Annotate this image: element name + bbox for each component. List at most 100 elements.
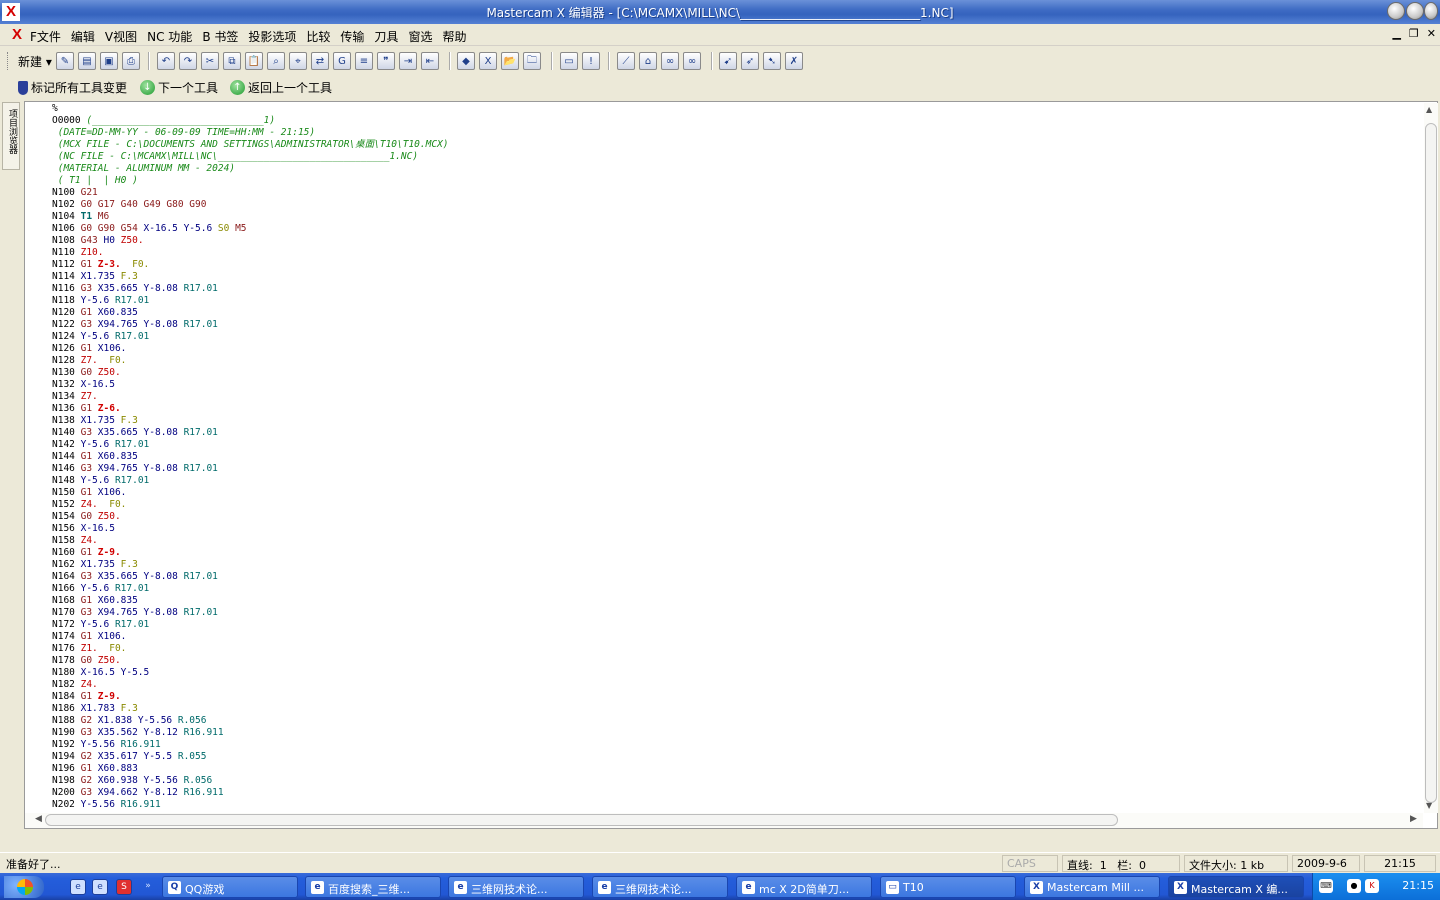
horizontal-scrollbar[interactable]: ◀ ▶ [25,813,1423,828]
project-browser-tab[interactable]: 项目浏览器 [2,102,20,170]
machine-icon[interactable]: ⌂ [639,52,657,70]
title-bar[interactable]: X Mastercam X 编辑器 - [C:\MCAMX\MILL\NC\__… [0,0,1440,24]
folder-edit-icon[interactable]: 🗀 [523,52,541,70]
code-line[interactable]: N102 G0 G17 G40 G49 G80 G90 [52,199,449,211]
code-line[interactable]: N170 G3 X94.765 Y-8.08 R17.01 [52,607,449,619]
code-line[interactable]: N144 G1 X60.835 [52,451,449,463]
taskbar-task-button[interactable]: e 三维网技术论... [448,876,584,898]
code-line[interactable]: N180 X-16.5 Y-5.5 [52,667,449,679]
scroll-right-icon[interactable]: ▶ [1410,814,1417,824]
code-line[interactable]: N128 Z7. F0. [52,355,449,367]
code-line[interactable]: N160 G1 Z-9. [52,547,449,559]
code-line[interactable]: (DATE=DD-MM-YY - 06-09-09 TIME=HH:MM - 2… [52,127,449,139]
mdi-minimize-icon[interactable]: ▁ [1392,27,1400,40]
code-line[interactable]: N202 Y-5.56 R16.911 [52,799,449,811]
send-icon[interactable]: ➹ [719,52,737,70]
code-line[interactable]: N164 G3 X35.665 Y-8.08 R17.01 [52,571,449,583]
close-button[interactable] [1424,2,1438,20]
bookmark-icon[interactable]: ◆ [457,52,475,70]
code-line[interactable]: N186 X1.783 F.3 [52,703,449,715]
outdent-icon[interactable]: ⇤ [421,52,439,70]
code-line[interactable]: N152 Z4. F0. [52,499,449,511]
code-line[interactable]: N198 G2 X60.938 Y-5.56 R.056 [52,775,449,787]
taskbar-task-button[interactable]: e mc X 2D简单刀... [736,876,872,898]
new-button[interactable]: 新建 ▾ [18,53,52,70]
open-folder-icon[interactable]: 📂 [501,52,519,70]
cancel-transfer-icon[interactable]: ✗ [785,52,803,70]
taskbar-task-button[interactable]: Q QQ游戏 [162,876,298,898]
code-line[interactable]: N200 G3 X94.662 Y-8.12 R16.911 [52,787,449,799]
previous-tool-button[interactable]: ↑ 返回上一个工具 [230,79,332,96]
code-line[interactable]: N192 Y-5.56 R16.911 [52,739,449,751]
redo-icon[interactable]: ↷ [179,52,197,70]
code-line[interactable]: O0000 (______________________________1) [52,115,449,127]
maximize-button[interactable] [1406,2,1424,20]
code-line[interactable]: N112 G1 Z-3. F0. [52,259,449,271]
menu-help[interactable]: 帮助 [442,28,466,45]
menu-projection-options[interactable]: 投影选项 [248,28,296,45]
taskbar-task-button[interactable]: X Mastercam Mill ... [1024,876,1160,898]
qq-penguin-icon[interactable]: ● [1347,879,1361,893]
mastercam-icon[interactable]: X [479,52,497,70]
code-line[interactable]: N132 X-16.5 [52,379,449,391]
undo-icon[interactable]: ↶ [157,52,175,70]
find-next-icon[interactable]: ⌖ [289,52,307,70]
paste-icon[interactable]: 📋 [245,52,263,70]
kaspersky-icon[interactable]: K [1365,879,1379,893]
comment-icon[interactable]: ❞ [377,52,395,70]
code-line[interactable]: N142 Y-5.6 R17.01 [52,439,449,451]
mark-all-tool-changes-button[interactable]: 标记所有工具变更 [18,79,127,96]
menu-edit[interactable]: 编辑 [71,28,95,45]
menu-logo-icon[interactable]: X [12,26,22,43]
code-line[interactable]: ( T1 | | H0 ) [52,175,449,187]
cut-icon[interactable]: ✂ [201,52,219,70]
vertical-scrollbar[interactable]: ▲ ▼ [1424,103,1438,813]
code-line[interactable]: N140 G3 X35.665 Y-8.08 R17.01 [52,427,449,439]
nc-code-editor[interactable]: % O0000 (______________________________1)… [24,101,1438,829]
menu-file[interactable]: F文件 [30,28,61,45]
console-icon[interactable]: ▭ [560,52,578,70]
code-line[interactable]: N194 G2 X35.617 Y-5.5 R.055 [52,751,449,763]
start-button[interactable] [4,876,44,898]
code-line[interactable]: N168 G1 X60.835 [52,595,449,607]
code-line[interactable]: N172 Y-5.6 R17.01 [52,619,449,631]
code-line[interactable]: N120 G1 X60.835 [52,307,449,319]
code-line[interactable]: N162 X1.735 F.3 [52,559,449,571]
code-line[interactable]: N150 G1 X106. [52,487,449,499]
link-icon[interactable]: ∞ [661,52,679,70]
taskbar-task-button[interactable]: e 三维网技术论... [592,876,728,898]
code-line[interactable]: N136 G1 Z-6. [52,403,449,415]
taskbar-task-button[interactable]: X Mastercam X 编... [1168,876,1304,898]
menu-nc-functions[interactable]: NC 功能 [147,28,192,45]
list-icon[interactable]: ▤ [78,52,96,70]
taskbar-task-button[interactable]: e 百度搜索_三维... [305,876,441,898]
menu-transfer[interactable]: 传输 [340,28,364,45]
send-multi-icon[interactable]: ➶ [741,52,759,70]
code-line[interactable]: N104 T1 M6 [52,211,449,223]
code-line[interactable]: % [52,103,449,115]
quicklaunch-more-icon[interactable]: » [140,879,156,895]
minimize-button[interactable] [1387,2,1405,20]
app-quicklaunch-icon[interactable]: S [116,879,132,895]
taskbar-task-button[interactable]: ▭ T10 [880,876,1016,898]
code-line[interactable]: N158 Z4. [52,535,449,547]
indent-icon[interactable]: ⇥ [399,52,417,70]
code-line[interactable]: N122 G3 X94.765 Y-8.08 R17.01 [52,319,449,331]
menu-compare[interactable]: 比较 [306,28,330,45]
code-line[interactable]: (MCX FILE - C:\DOCUMENTS AND SETTINGS\AD… [52,139,449,151]
replace-icon[interactable]: ⇄ [311,52,329,70]
code-line[interactable]: N166 Y-5.6 R17.01 [52,583,449,595]
code-line[interactable]: N106 G0 G90 G54 X-16.5 Y-5.6 S0 M5 [52,223,449,235]
code-line[interactable]: N108 G43 H0 Z50. [52,235,449,247]
alert-icon[interactable]: ! [582,52,600,70]
code-line[interactable]: N134 Z7. [52,391,449,403]
scroll-up-icon[interactable]: ▲ [1426,105,1432,114]
print-icon[interactable]: ⎙ [122,52,140,70]
save-icon[interactable]: ▣ [100,52,118,70]
code-line[interactable]: N174 G1 X106. [52,631,449,643]
code-line[interactable]: N124 Y-5.6 R17.01 [52,331,449,343]
code-line[interactable]: (MATERIAL - ALUMINUM MM - 2024) [52,163,449,175]
ie-quicklaunch-icon[interactable]: e [70,879,86,895]
open-icon[interactable]: ✎ [56,52,74,70]
code-line[interactable]: N156 X-16.5 [52,523,449,535]
